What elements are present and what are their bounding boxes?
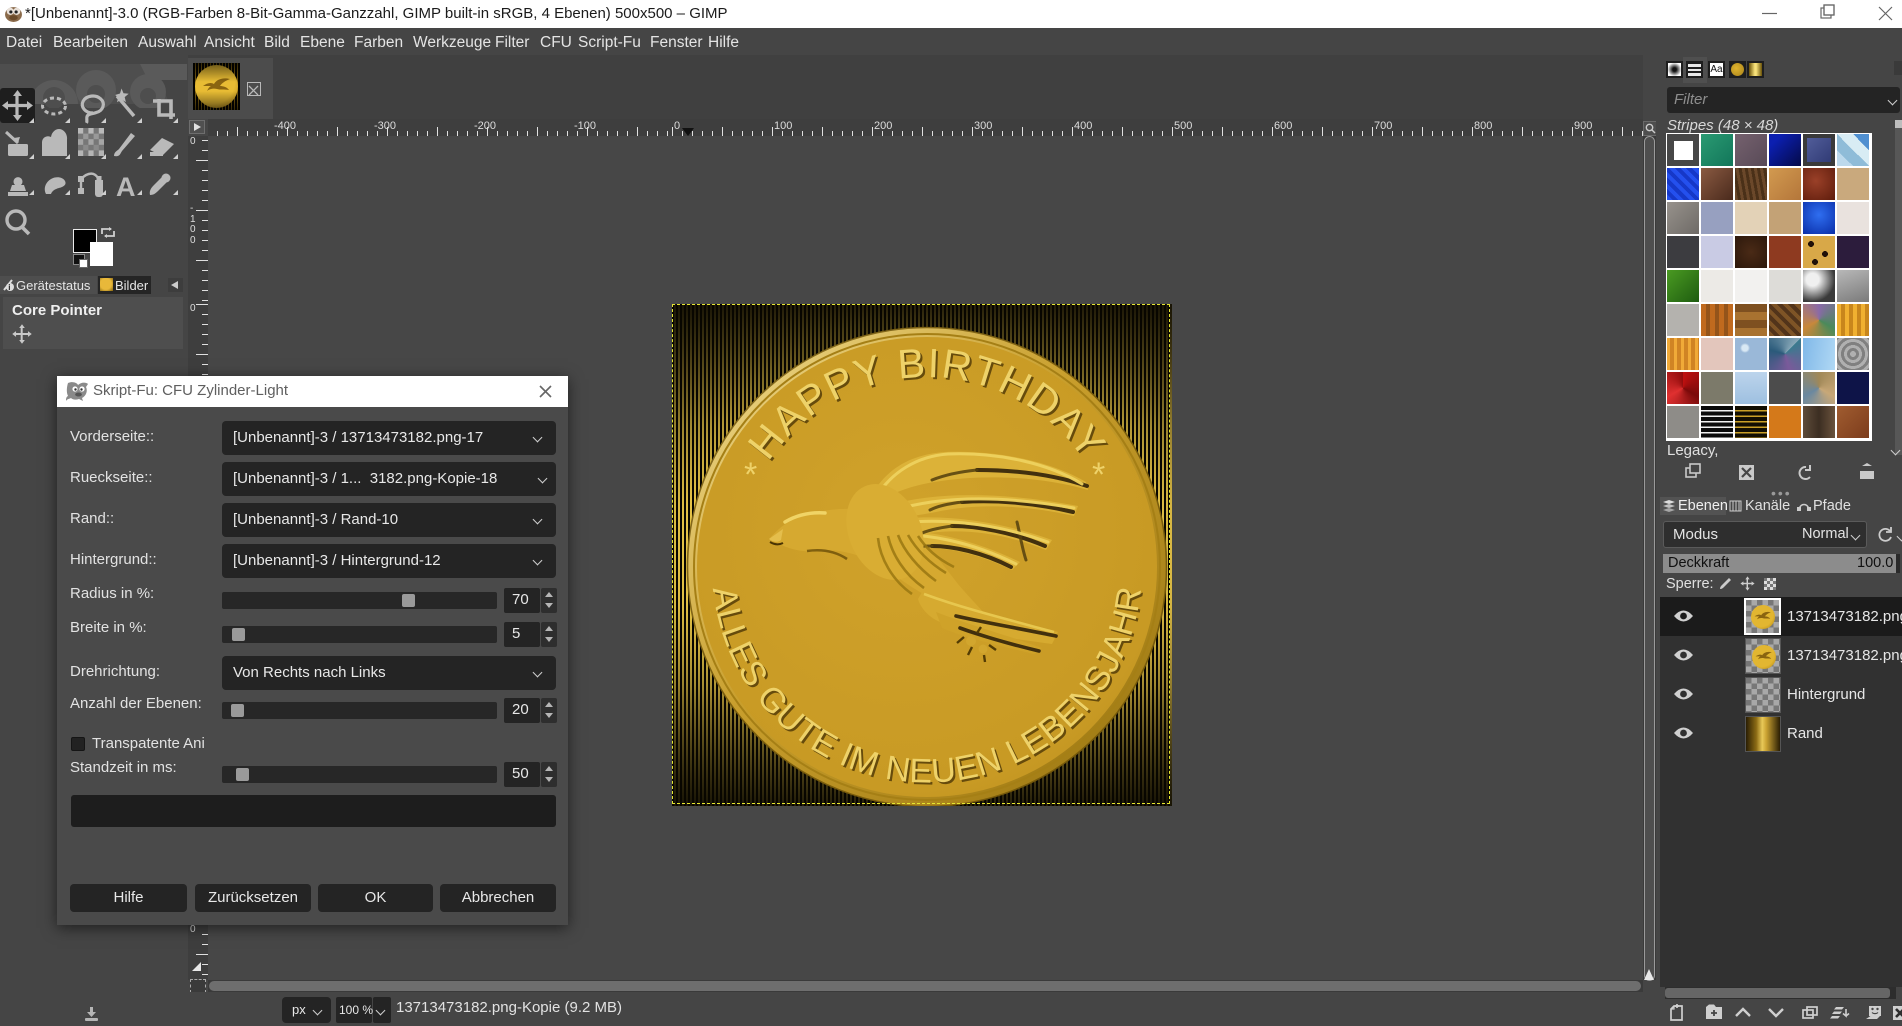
svg-text:i: i	[8, 283, 10, 292]
